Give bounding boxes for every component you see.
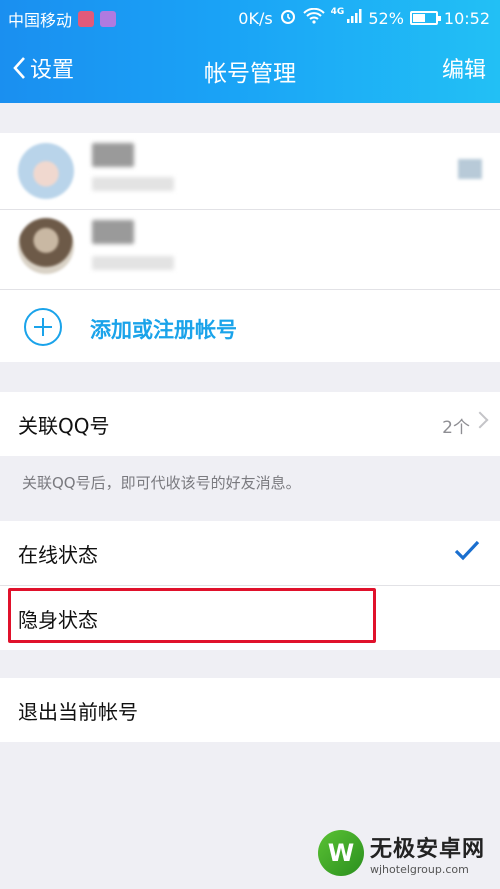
avatar — [18, 143, 74, 199]
status-right: 0K/s 4G 52% 10:52 — [238, 7, 490, 29]
account-name-redacted — [92, 143, 134, 167]
edit-button[interactable]: 编辑 — [442, 52, 486, 84]
alarm-icon — [279, 7, 297, 29]
linked-qq-label: 关联QQ号 — [18, 414, 110, 438]
add-account-button[interactable]: 添加或注册帐号 — [0, 292, 500, 362]
linked-qq-row[interactable]: 关联QQ号 2个 — [0, 392, 500, 456]
watermark-logo-icon: W — [318, 830, 364, 876]
online-indicator-icon — [458, 159, 482, 179]
logout-row[interactable]: 退出当前帐号 — [0, 678, 500, 742]
divider — [0, 209, 500, 210]
wifi-icon — [302, 7, 325, 28]
account-id-redacted — [92, 256, 174, 270]
status-bar: 中国移动 0K/s 4G 52% 10:52 — [0, 0, 500, 34]
linked-qq-count: 2个 — [442, 418, 470, 438]
add-account-label: 添加或注册帐号 — [90, 318, 237, 342]
page-title: 帐号管理 — [204, 61, 296, 87]
header: 中国移动 0K/s 4G 52% 10:52 设置 帐号管理 编辑 — [0, 0, 500, 103]
plus-circle-icon — [24, 308, 62, 346]
divider — [0, 289, 500, 290]
battery-icon — [409, 11, 441, 25]
account-row[interactable] — [0, 133, 500, 209]
chevron-right-icon — [471, 411, 489, 429]
watermark: W 无极安卓网 wjhotelgroup.com — [318, 830, 485, 876]
logout-label: 退出当前帐号 — [18, 700, 138, 724]
checkmark-icon — [454, 539, 480, 565]
account-id-redacted — [92, 177, 174, 191]
watermark-title: 无极安卓网 — [370, 836, 486, 862]
watermark-url: wjhotelgroup.com — [370, 862, 469, 876]
watermark-text: 无极安卓网 wjhotelgroup.com — [370, 831, 485, 876]
gallery-notification-icon — [100, 11, 117, 27]
highlight-box — [8, 588, 376, 643]
status-left: 中国移动 — [8, 7, 117, 31]
battery-percent: 52% — [368, 8, 404, 28]
network-speed: 0K/s — [238, 8, 273, 28]
network-type: 4G — [330, 7, 345, 17]
signal-icon — [346, 8, 362, 28]
clock: 10:52 — [443, 8, 490, 28]
carrier-label: 中国移动 — [8, 11, 73, 30]
online-status-row[interactable]: 在线状态 — [0, 521, 500, 585]
notification-icon — [78, 11, 95, 27]
account-row[interactable] — [0, 212, 500, 288]
account-name-redacted — [92, 220, 134, 244]
linked-qq-hint: 关联QQ号后，即可代收该号的好友消息。 — [22, 474, 301, 492]
nav-bar: 设置 帐号管理 编辑 — [0, 40, 500, 96]
online-status-label: 在线状态 — [18, 543, 98, 567]
avatar — [18, 218, 74, 274]
